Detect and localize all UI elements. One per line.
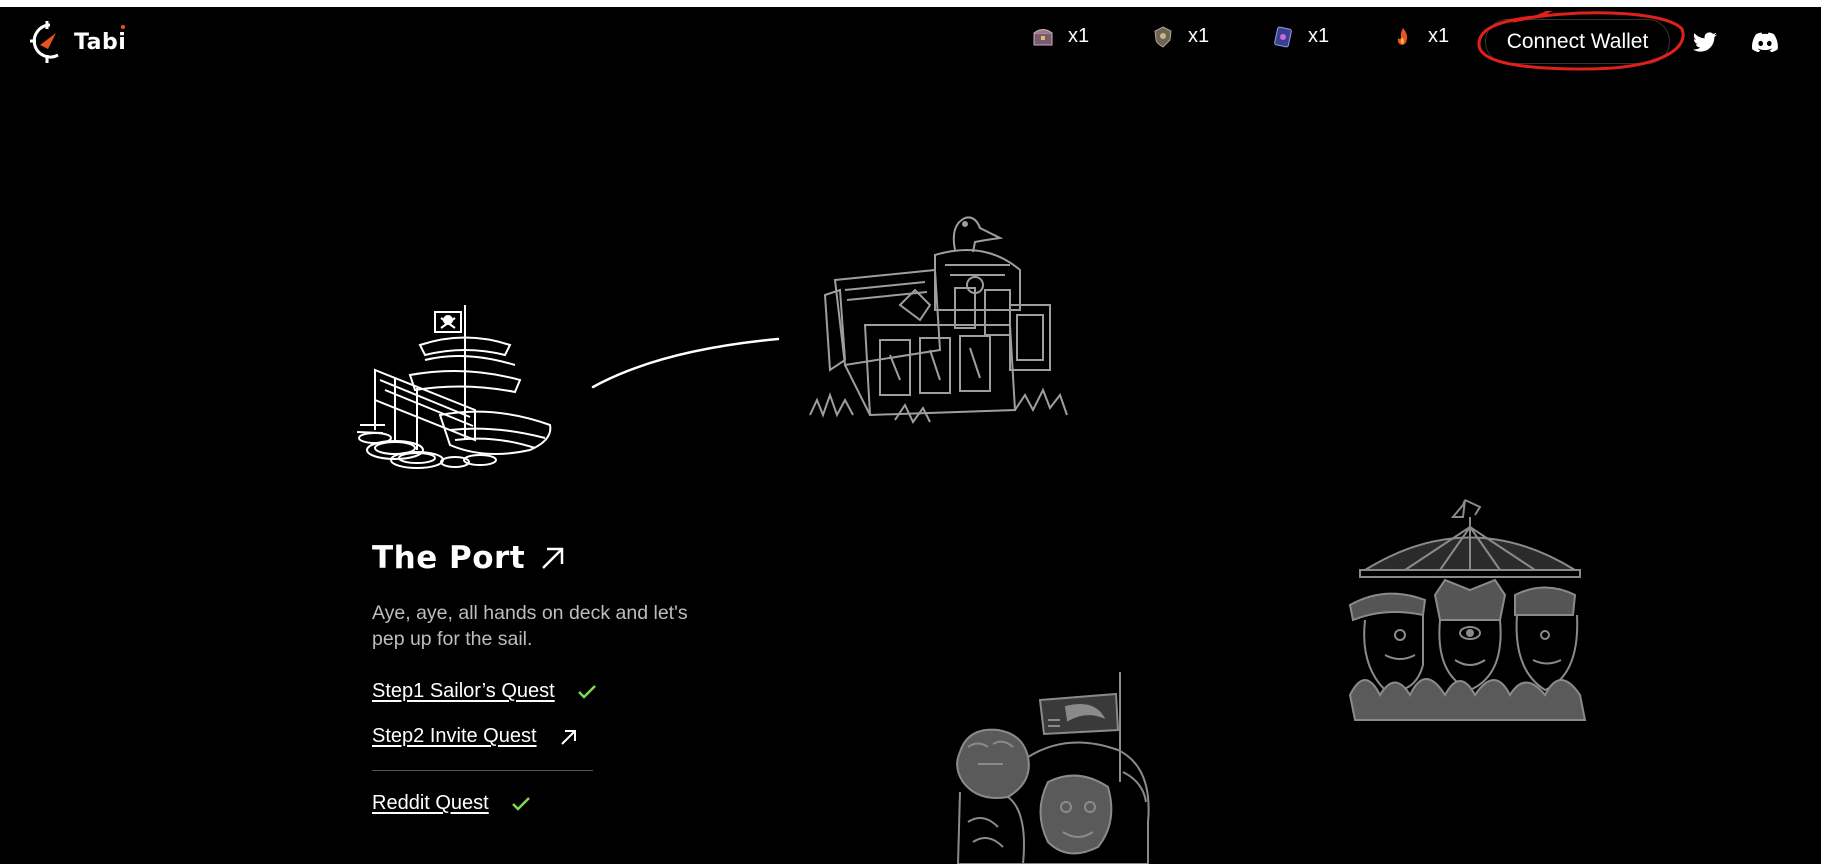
quest-invite-label: Step2 Invite Quest xyxy=(372,725,537,747)
inventory-card: x1 xyxy=(1272,25,1329,48)
inventory-flame: x1 xyxy=(1392,25,1449,48)
check-icon xyxy=(511,796,530,811)
compass-logo-icon xyxy=(30,21,59,63)
quest-reddit-label: Reddit Quest xyxy=(372,792,489,814)
lion-statue-illustration[interactable] xyxy=(948,672,1168,864)
shield-badge-icon xyxy=(1154,25,1172,48)
twitter-link[interactable] xyxy=(1692,32,1718,59)
card-count: x1 xyxy=(1308,25,1330,47)
carousel-faces-illustration[interactable] xyxy=(1345,495,1600,730)
ship-dock-illustration[interactable] xyxy=(355,300,560,515)
port-title-link[interactable]: The Port xyxy=(372,540,567,576)
port-description: Aye, aye, all hands on deck and let's pe… xyxy=(372,602,688,650)
header: Tabi x1 x1 x1 x1 Connect Wallet xyxy=(0,7,1821,79)
card-icon xyxy=(1274,26,1292,47)
shield-count: x1 xyxy=(1188,25,1210,47)
quest-reddit[interactable]: Reddit Quest xyxy=(372,792,531,815)
treasure-chest-illustration[interactable] xyxy=(805,210,1090,445)
quest-divider xyxy=(372,770,593,771)
journey-path-line xyxy=(591,337,780,389)
inventory-chest: x1 xyxy=(1032,25,1089,48)
quest-sailor-label: Step1 Sailor’s Quest xyxy=(372,680,555,702)
brand-dot xyxy=(121,25,125,29)
brand-name: Tabi xyxy=(74,29,127,55)
inventory-shield: x1 xyxy=(1152,25,1209,48)
discord-link[interactable] xyxy=(1752,32,1778,57)
treasure-chest-icon xyxy=(1033,28,1053,45)
flame-count: x1 xyxy=(1428,25,1450,47)
quest-invite[interactable]: Step2 Invite Quest xyxy=(372,725,579,748)
tabi-logo[interactable]: Tabi xyxy=(28,19,126,65)
top-border xyxy=(0,0,1821,7)
check-icon xyxy=(577,684,596,699)
quest-sailor[interactable]: Step1 Sailor’s Quest xyxy=(372,680,597,703)
flame-icon xyxy=(1397,27,1408,45)
port-title: The Port xyxy=(372,540,526,576)
chest-count: x1 xyxy=(1068,25,1090,47)
discord-icon xyxy=(1752,32,1778,53)
connect-wallet-button[interactable]: Connect Wallet xyxy=(1485,19,1670,64)
twitter-icon xyxy=(1692,32,1717,52)
arrow-up-right-icon xyxy=(560,729,576,745)
arrow-up-right-icon xyxy=(542,547,564,569)
page: Tabi x1 x1 x1 x1 Connect Wallet The Port… xyxy=(0,0,1821,864)
